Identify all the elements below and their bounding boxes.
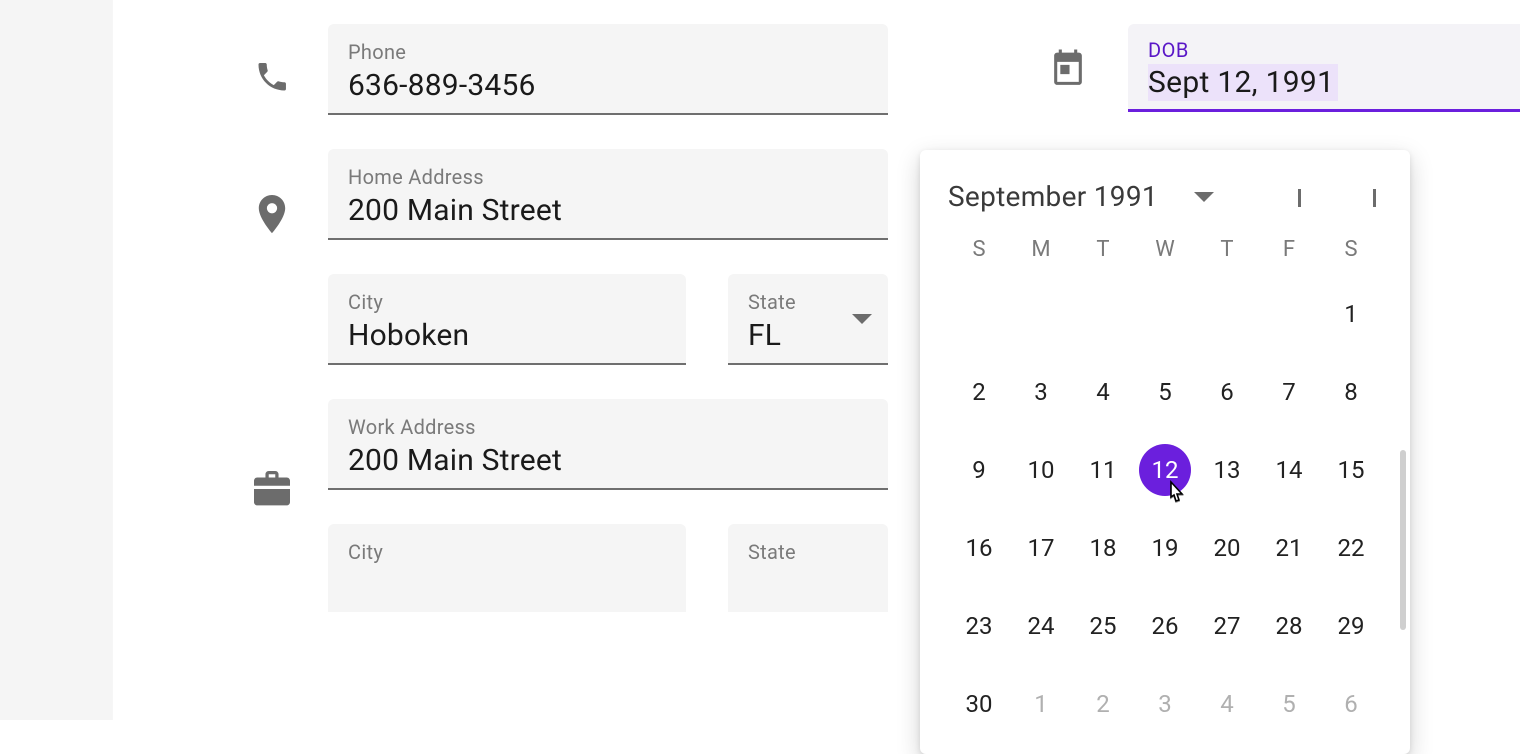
calendar-day[interactable]: 3 [1015,366,1067,418]
location-pin-icon [254,195,290,239]
calendar-next-month-day[interactable]: 1 [1015,678,1067,730]
calendar-day[interactable]: 5 [1139,366,1191,418]
phone-field[interactable]: Phone 636-889-3456 [328,24,888,115]
scrollbar[interactable] [1400,450,1406,630]
calendar-next-month-day[interactable]: 6 [1325,678,1377,730]
home-address-label: Home Address [348,165,868,189]
briefcase-icon [252,471,292,507]
dob-row: DOB Sept 12, 1991 [1048,24,1520,112]
chevron-down-icon [852,314,872,324]
prev-month-button[interactable] [1292,183,1307,210]
chevron-right-icon [1373,189,1376,207]
dob-label: DOB [1148,38,1508,62]
day-of-week-header: T [1072,237,1134,262]
calendar-day[interactable]: 25 [1077,600,1129,652]
dob-value-highlight: Sept 12, 1991 [1148,64,1338,101]
calendar-day[interactable]: 16 [953,522,1005,574]
calendar-day[interactable]: 17 [1015,522,1067,574]
calendar-day[interactable]: 14 [1263,444,1315,496]
month-nav [1292,183,1382,210]
city-state-row-1: City Hoboken State FL [328,274,888,365]
dob-icon-slot [1048,48,1088,88]
calendar-day[interactable]: 23 [953,600,1005,652]
home-address-row: Home Address 200 Main Street [328,149,888,240]
day-of-week-header: F [1258,237,1320,262]
calendar-day[interactable]: 4 [1077,366,1129,418]
calendar-day[interactable]: 26 [1139,600,1191,652]
day-of-week-header: M [1010,237,1072,262]
date-picker-header: September 1991 [948,180,1382,213]
field-icons-column [248,24,296,542]
calendar-day[interactable]: 13 [1201,444,1253,496]
home-address-field[interactable]: Home Address 200 Main Street [328,149,888,240]
date-picker: September 1991 SMTWTFS123456789101112131… [920,150,1410,754]
state-label: State [748,290,844,314]
phone-icon [254,59,290,95]
chevron-down-icon[interactable] [1194,192,1214,202]
calendar-day[interactable]: 12 [1139,444,1191,496]
work-address-value: 200 Main Street [348,443,868,478]
calendar-icon [1049,48,1087,88]
state-value: FL [748,318,844,353]
city-value: Hoboken [348,318,666,353]
calendar-day[interactable]: 9 [953,444,1005,496]
dob-value: Sept 12, 1991 [1148,65,1334,100]
calendar-day[interactable]: 20 [1201,522,1253,574]
day-of-week-header: W [1134,237,1196,262]
calendar-next-month-day[interactable]: 5 [1263,678,1315,730]
city-state-gap [248,304,296,416]
form-column: Phone 636-889-3456 Home Address 200 Main… [328,24,888,646]
calendar-next-month-day[interactable]: 4 [1201,678,1253,730]
state2-label: State [748,540,868,564]
calendar-next-month-day[interactable]: 2 [1077,678,1129,730]
month-year-label[interactable]: September 1991 [948,180,1158,213]
calendar-day[interactable]: 1 [1325,288,1377,340]
day-of-week-header: T [1196,237,1258,262]
chevron-left-icon [1298,189,1301,207]
calendar-day[interactable]: 22 [1325,522,1377,574]
state-select[interactable]: State FL [728,274,888,365]
next-month-button[interactable] [1367,183,1382,210]
phone-icon-slot [248,24,296,130]
dob-area: DOB Sept 12, 1991 [1048,24,1520,112]
phone-row: Phone 636-889-3456 [328,24,888,115]
city-state-row-2: City State [328,524,888,612]
city2-value [348,568,666,602]
calendar-day[interactable]: 8 [1325,366,1377,418]
calendar-day[interactable]: 15 [1325,444,1377,496]
calendar-day[interactable]: 19 [1139,522,1191,574]
state2-value [748,568,868,602]
left-gutter [0,0,112,720]
work-icon-slot [248,436,296,542]
calendar-day[interactable]: 27 [1201,600,1253,652]
dob-field[interactable]: DOB Sept 12, 1991 [1128,24,1520,112]
calendar-day[interactable]: 7 [1263,366,1315,418]
state2-select[interactable]: State [728,524,888,612]
calendar-day[interactable]: 24 [1015,600,1067,652]
city2-label: City [348,540,666,564]
work-address-row: Work Address 200 Main Street [328,399,888,490]
day-of-week-header: S [948,237,1010,262]
calendar-day[interactable]: 28 [1263,600,1315,652]
work-address-label: Work Address [348,415,868,439]
calendar-day[interactable]: 21 [1263,522,1315,574]
calendar-day[interactable]: 10 [1015,444,1067,496]
city2-field[interactable]: City [328,524,686,612]
calendar-day[interactable]: 29 [1325,600,1377,652]
calendar-day[interactable]: 18 [1077,522,1129,574]
city-label: City [348,290,666,314]
phone-label: Phone [348,40,868,64]
work-address-field[interactable]: Work Address 200 Main Street [328,399,888,490]
calendar-day[interactable]: 6 [1201,366,1253,418]
day-of-week-header: S [1320,237,1382,262]
calendar-day[interactable]: 11 [1077,444,1129,496]
home-icon-slot [248,164,296,270]
calendar-day[interactable]: 30 [953,678,1005,730]
phone-value: 636-889-3456 [348,68,868,103]
home-address-value: 200 Main Street [348,193,868,228]
calendar-day[interactable]: 2 [953,366,1005,418]
calendar-next-month-day[interactable]: 3 [1139,678,1191,730]
calendar-grid: SMTWTFS123456789101112131415161718192021… [948,237,1382,730]
city-field[interactable]: City Hoboken [328,274,686,365]
